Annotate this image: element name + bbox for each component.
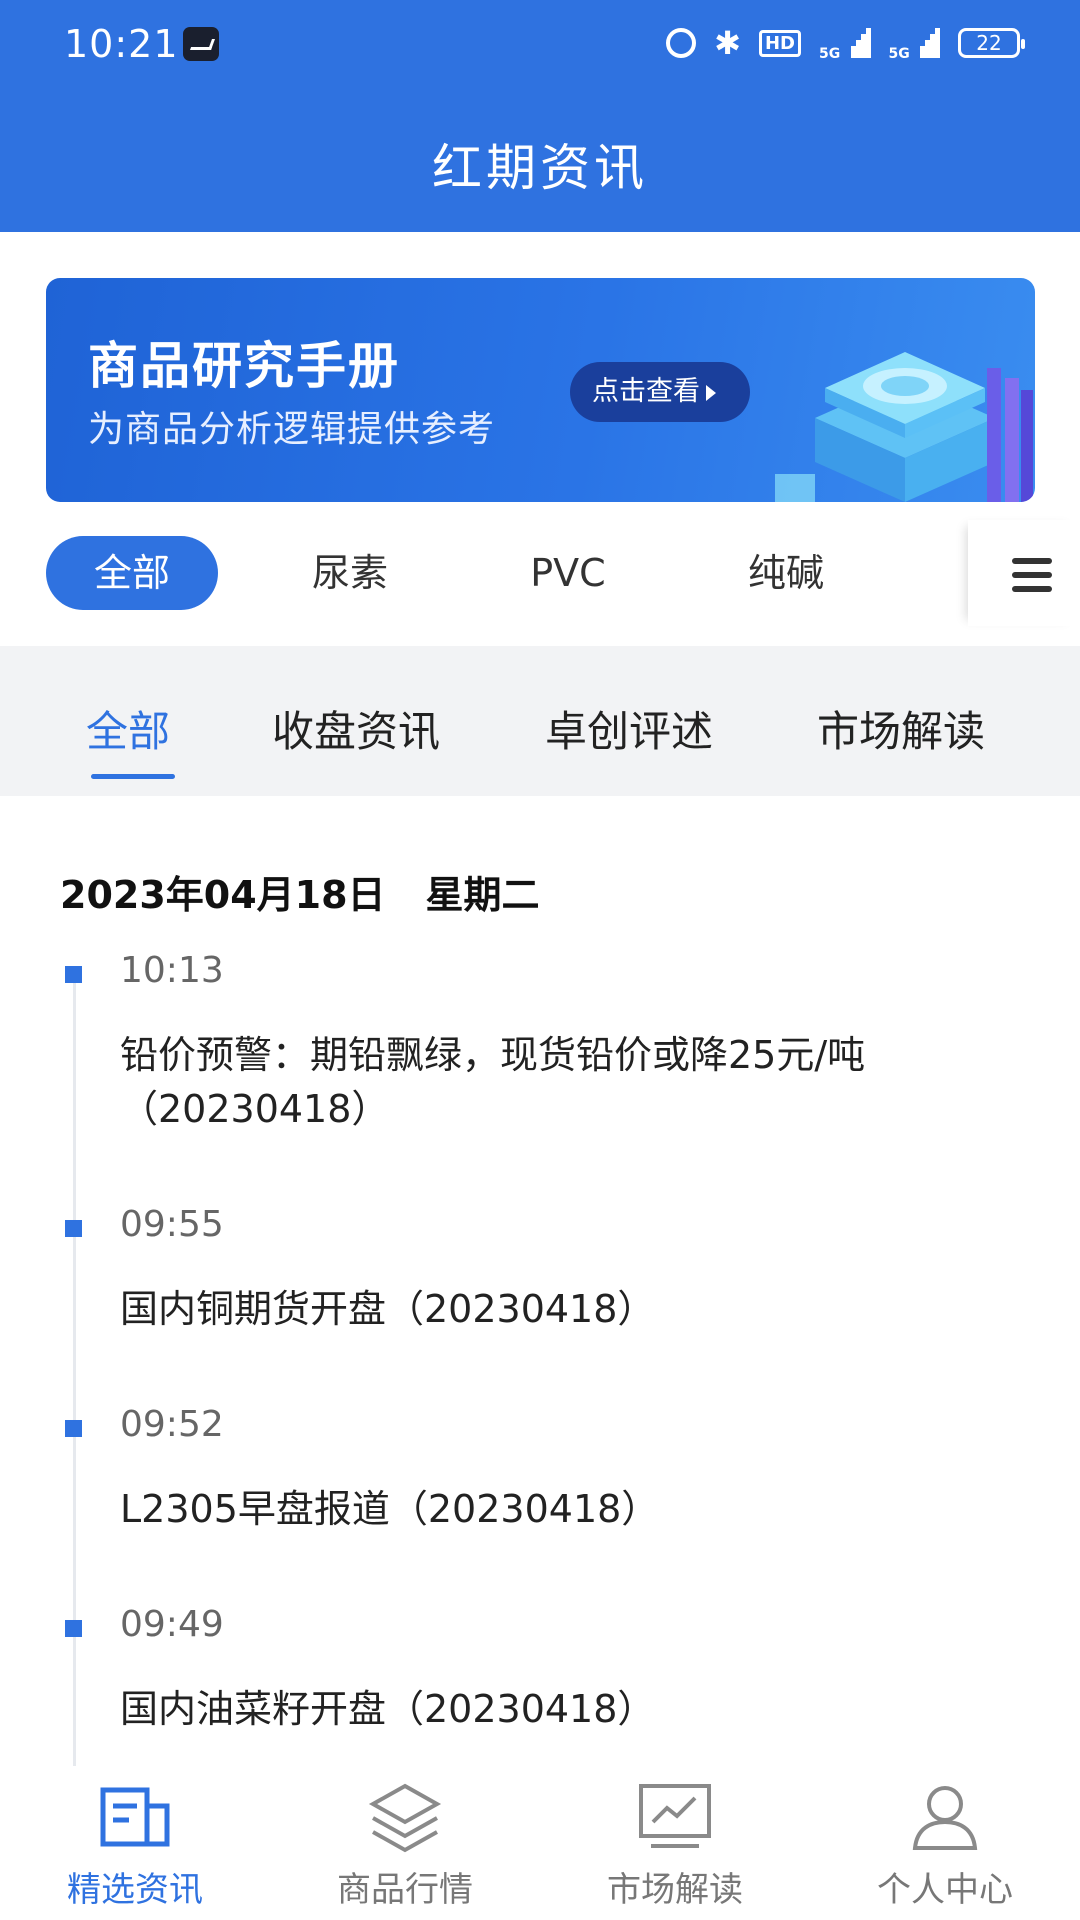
category-chips: 全部 尿素 PVC 纯碱: [0, 520, 1080, 646]
banner-subtitle: 为商品分析逻辑提供参考: [88, 409, 496, 450]
hd-voice-icon: HD: [758, 29, 801, 57]
sub-tabs: 全部 收盘资讯 卓创评述 市场解读: [0, 646, 1080, 796]
news-title: 铅价预警：期铅飘绿，现货铅价或降25元/吨（20230418）: [120, 1033, 866, 1131]
banner-button-label: 点击查看: [592, 376, 700, 407]
nav-label: 商品行情: [337, 1870, 473, 1910]
network-type-label: 5G: [888, 46, 910, 62]
active-tab-indicator: [91, 774, 175, 779]
status-time: 10:21: [64, 22, 179, 66]
nav-label: 个人中心: [877, 1870, 1013, 1910]
news-time: 10:13: [120, 950, 224, 991]
feed-date: 2023年04月18日 星期二: [60, 864, 540, 919]
news-title: 国内铜期货开盘（20230418）: [120, 1287, 656, 1331]
page-title: 红期资讯: [432, 139, 648, 197]
nav-label: 精选资讯: [67, 1870, 203, 1910]
nav-market-analysis[interactable]: 市场解读: [540, 1766, 810, 1920]
battery-icon: 22: [958, 28, 1025, 58]
nav-label: 市场解读: [607, 1870, 743, 1910]
timeline-dot: [65, 1220, 82, 1237]
news-feed: 2023年04月18日 星期二 10:13 铅价预警：期铅飘绿，现货铅价或降25元…: [0, 798, 1080, 1766]
timeline-dot: [65, 1420, 82, 1437]
chip-soda-ash[interactable]: 纯碱: [712, 536, 860, 610]
nav-personal-center[interactable]: 个人中心: [810, 1766, 1080, 1920]
banner-title: 商品研究手册: [88, 336, 400, 395]
bluetooth-icon: ✱: [714, 24, 741, 62]
status-bar: 10:21 ✱ HD 5G 5G 22: [0, 0, 1080, 92]
tab-closing-news[interactable]: 收盘资讯: [272, 698, 440, 759]
tab-market-analysis[interactable]: 市场解读: [817, 698, 985, 759]
news-title: 国内油菜籽开盘（20230418）: [120, 1687, 656, 1731]
news-icon: [100, 1787, 170, 1847]
news-time: 09:49: [120, 1604, 224, 1645]
category-menu-button[interactable]: [968, 520, 1080, 626]
menu-icon-bar: [1012, 572, 1052, 578]
news-title: L2305早盘报道（20230418）: [120, 1487, 660, 1531]
signal-icon-2: 5G: [889, 28, 940, 62]
chip-all[interactable]: 全部: [46, 536, 218, 610]
timeline-dot: [65, 1620, 82, 1637]
signal-icon-1: 5G: [819, 28, 871, 62]
timeline-dot: [65, 966, 82, 983]
tab-all[interactable]: 全部: [86, 698, 170, 759]
layers-icon: [368, 1783, 442, 1853]
alarm-icon: [666, 28, 697, 58]
chip-urea[interactable]: 尿素: [276, 536, 424, 610]
banner-view-button[interactable]: 点击查看: [570, 362, 750, 422]
status-icons: ✱ HD 5G 5G 22: [666, 24, 1025, 62]
monitor-chart-icon: [639, 1784, 711, 1848]
user-icon: [912, 1786, 978, 1850]
menu-icon: [1012, 558, 1052, 564]
weekday-label: 星期二: [425, 873, 540, 917]
nav-featured-news[interactable]: 精选资讯: [0, 1766, 270, 1920]
network-type-label: 5G: [819, 46, 841, 62]
tab-zhuochuang-review[interactable]: 卓创评述: [545, 698, 713, 759]
top-bar: 10:21 ✱ HD 5G 5G 22 红期资讯: [0, 0, 1080, 232]
play-arrow-icon: [706, 384, 716, 401]
promo-banner[interactable]: 商品研究手册 为商品分析逻辑提供参考 点击查看: [46, 278, 1035, 502]
date-label: 2023年04月18日: [60, 873, 386, 917]
chip-pvc[interactable]: PVC: [494, 536, 642, 610]
menu-icon-bar: [1012, 586, 1052, 592]
news-time: 09:52: [120, 1404, 224, 1445]
server-illustration-icon: [775, 352, 1033, 502]
nav-commodity-quotes[interactable]: 商品行情: [270, 1766, 540, 1920]
timeline-line: [73, 968, 76, 1766]
news-time: 09:55: [120, 1204, 224, 1245]
notification-app-icon: [183, 27, 219, 61]
bottom-navigation: 精选资讯 商品行情 市场解读 个人中心: [0, 1766, 1080, 1920]
